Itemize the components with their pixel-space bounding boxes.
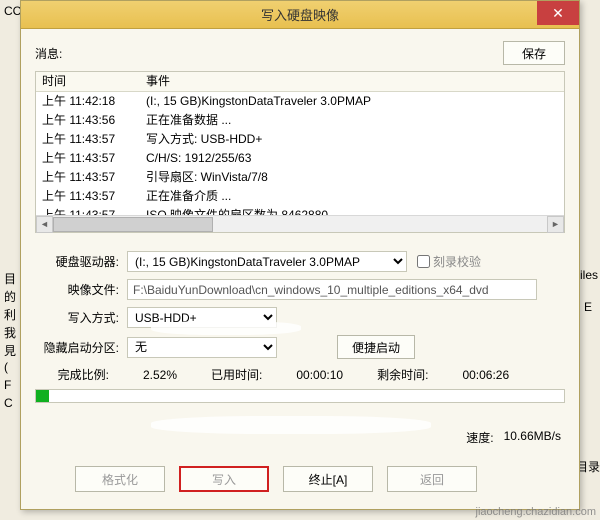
progress-bar: [35, 389, 565, 403]
progress-remain-value: 00:06:26: [462, 368, 509, 382]
log-event: (I:, 15 GB)KingstonDataTraveler 3.0PMAP: [146, 93, 558, 110]
drive-label: 硬盘驱动器:: [35, 253, 127, 270]
log-event: C/H/S: 1912/255/63: [146, 150, 558, 167]
progress-done-label: 完成比例:: [35, 366, 109, 383]
speed-label: 速度:: [466, 429, 493, 446]
write-mode-select[interactable]: USB-HDD+: [127, 307, 277, 328]
save-button[interactable]: 保存: [503, 41, 565, 65]
log-row[interactable]: 上午 11:43:57引导扇区: WinVista/7/8: [36, 168, 564, 187]
log-time: 上午 11:43:57: [42, 188, 146, 205]
bg-text: C: [4, 396, 13, 410]
format-button[interactable]: 格式化: [75, 466, 165, 492]
log-col-event[interactable]: 事件: [146, 73, 558, 90]
log-row[interactable]: 上午 11:43:57C/H/S: 1912/255/63: [36, 149, 564, 168]
bg-text: (: [4, 360, 8, 374]
close-icon: ✕: [552, 5, 564, 22]
scroll-track[interactable]: [53, 216, 547, 233]
progress-elapsed-label: 已用时间:: [211, 366, 262, 383]
log-time: 上午 11:43:57: [42, 169, 146, 186]
log-time: 上午 11:43:57: [42, 131, 146, 148]
progress-done-value: 2.52%: [143, 368, 177, 382]
log-body[interactable]: 上午 11:42:18(I:, 15 GB)KingstonDataTravel…: [36, 92, 564, 216]
log-event: 正在准备介质 ...: [146, 188, 558, 205]
drive-select[interactable]: (I:, 15 GB)KingstonDataTraveler 3.0PMAP: [127, 251, 407, 272]
image-path-field[interactable]: [127, 279, 537, 300]
bg-text: 見: [4, 342, 16, 359]
verify-checkbox[interactable]: 刻录校验: [417, 253, 481, 270]
log-event: 引导扇区: WinVista/7/8: [146, 169, 558, 186]
write-mode-label: 写入方式:: [35, 309, 127, 326]
progress-remain-label: 剩余时间:: [377, 366, 428, 383]
write-button[interactable]: 写入: [179, 466, 269, 492]
log-time: 上午 11:43:56: [42, 112, 146, 129]
window-title: 写入硬盘映像: [261, 5, 339, 24]
abort-button[interactable]: 终止[A]: [283, 466, 373, 492]
bg-text: E: [584, 300, 592, 314]
bg-text: 目: [4, 270, 16, 287]
log-row[interactable]: 上午 11:43:57正在准备介质 ...: [36, 187, 564, 206]
log-time: 上午 11:42:18: [42, 93, 146, 110]
bg-text: 我: [4, 324, 16, 341]
scroll-right-icon[interactable]: ►: [547, 216, 564, 233]
hidden-boot-select[interactable]: 无: [127, 337, 277, 358]
log-event: 正在准备数据 ...: [146, 112, 558, 129]
dialog-write-disk-image: 写入硬盘映像 ✕ 消息: 保存 时间 事件 上午 11:42:18(I:, 15…: [20, 0, 580, 510]
verify-checkbox-input[interactable]: [417, 255, 430, 268]
close-button[interactable]: ✕: [537, 1, 579, 25]
bg-text: 利: [4, 306, 16, 323]
bg-text: F: [4, 378, 11, 392]
log-row[interactable]: 上午 11:42:18(I:, 15 GB)KingstonDataTravel…: [36, 92, 564, 111]
scroll-left-icon[interactable]: ◄: [36, 216, 53, 233]
log-col-time[interactable]: 时间: [42, 73, 146, 90]
messages-label: 消息:: [35, 45, 62, 62]
bg-text: CC: [4, 4, 21, 18]
back-button[interactable]: 返回: [387, 466, 477, 492]
log-row[interactable]: 上午 11:43:56正在准备数据 ...: [36, 111, 564, 130]
verify-label: 刻录校验: [433, 253, 481, 270]
scroll-thumb[interactable]: [53, 217, 213, 232]
progress-elapsed-value: 00:00:10: [296, 368, 343, 382]
horizontal-scrollbar[interactable]: ◄ ►: [36, 215, 564, 232]
hidden-boot-label: 隐藏启动分区:: [35, 339, 127, 356]
speed-value: 10.66MB/s: [504, 429, 561, 446]
progress-bar-fill: [36, 390, 49, 402]
log-panel: 时间 事件 上午 11:42:18(I:, 15 GB)KingstonData…: [35, 71, 565, 233]
bg-text: 的: [4, 288, 16, 305]
quick-boot-button[interactable]: 便捷启动: [337, 335, 415, 359]
log-event: 写入方式: USB-HDD+: [146, 131, 558, 148]
log-time: 上午 11:43:57: [42, 150, 146, 167]
log-row[interactable]: 上午 11:43:57写入方式: USB-HDD+: [36, 130, 564, 149]
titlebar[interactable]: 写入硬盘映像 ✕: [21, 1, 579, 29]
watermark: jiaocheng.chazidian.com: [476, 506, 596, 518]
image-label: 映像文件:: [35, 281, 127, 298]
